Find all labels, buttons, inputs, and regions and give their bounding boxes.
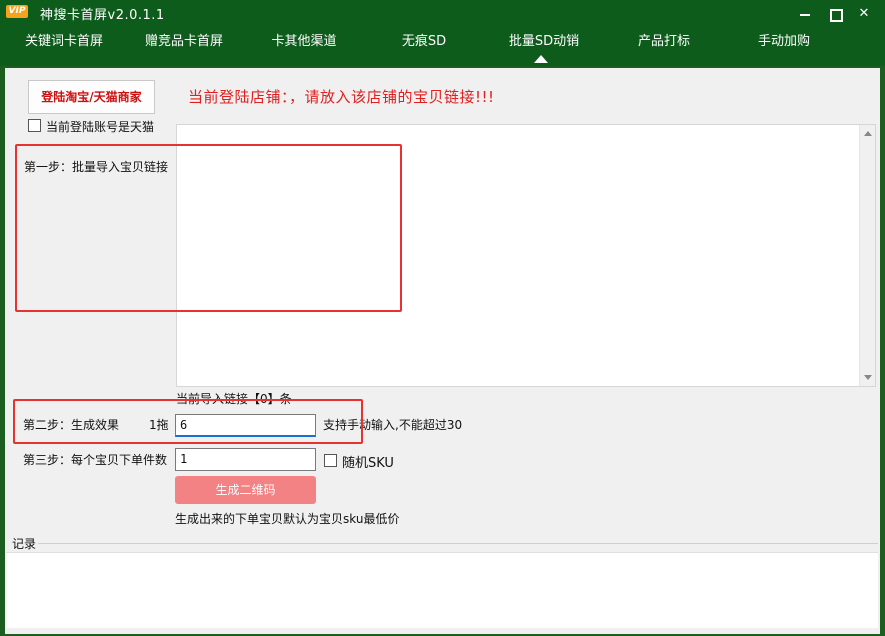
step2-highlight-box [13,399,363,444]
close-icon[interactable]: ✕ [855,6,873,22]
store-message: 当前登陆店铺：，请放入该店铺的宝贝链接!!! [188,88,495,106]
record-divider [38,543,878,544]
active-tab-caret-icon [534,55,548,63]
random-sku-label: 随机SKU [342,456,394,471]
record-label: 记录 [12,535,39,552]
maximize-icon[interactable] [826,6,844,22]
tab-competitor-first-screen[interactable]: 赠竞品卡首屏 [128,26,240,66]
login-seller-button[interactable]: 登陆淘宝/天猫商家 [28,80,155,114]
tmall-account-label: 当前登陆账号是天猫 [46,120,155,134]
generate-note: 生成出来的下单宝贝默认为宝贝sku最低价 [175,512,400,526]
title-bar: VIP 神搜卡首屏v2.0.1.1 ✕ [0,0,885,26]
window-title: 神搜卡首屏v2.0.1.1 [40,8,165,23]
step1-highlight-box [15,144,402,312]
minimize-icon[interactable] [796,6,814,22]
order-quantity-input[interactable]: 1 [175,448,316,471]
tmall-account-checkbox[interactable] [28,119,41,132]
tab-bar: 关键词卡首屏 赠竞品卡首屏 卡其他渠道 无痕SD 批量SD动销 产品打标 手动加… [0,26,885,66]
tab-manual-add-to-cart[interactable]: 手动加购 [728,26,840,66]
record-log-area[interactable] [6,552,878,628]
tab-traceless-sd[interactable]: 无痕SD [368,26,480,66]
scroll-up-icon[interactable] [864,131,872,136]
random-sku-checkbox[interactable] [324,454,337,467]
vip-icon: VIP [6,5,28,18]
scroll-down-icon[interactable] [864,375,872,380]
tab-keyword-first-screen[interactable]: 关键词卡首屏 [8,26,120,66]
tab-product-tagging[interactable]: 产品打标 [608,26,720,66]
step3-label: 第三步：每个宝贝下单件数 [23,453,168,467]
generate-qrcode-button[interactable]: 生成二维码 [175,476,316,504]
links-scrollbar[interactable] [859,125,875,386]
tab-other-channels[interactable]: 卡其他渠道 [248,26,360,66]
